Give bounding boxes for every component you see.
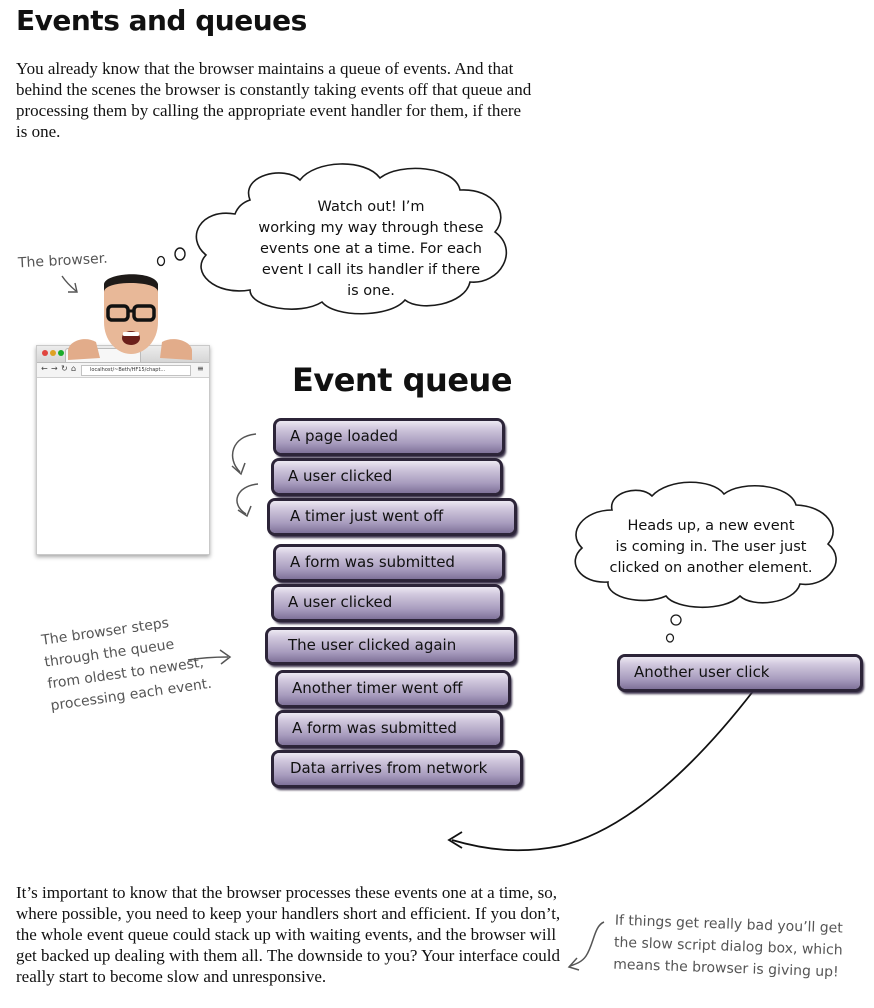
bubble-line: Watch out! I’m [317,199,425,215]
browser-bubble-text: Watch out! I’m working my way through th… [226,197,516,302]
queue-item-1: A page loaded [276,421,502,453]
bubble-line: clicked on another element. [609,560,813,576]
minimize-dot-icon [50,350,56,356]
queue-item-4: A form was submitted [276,547,502,579]
queue-item-3: A timer just went off [270,501,514,533]
queue-item-6: The user clicked again [268,630,514,662]
queue-item-label: A form was submitted [290,553,455,571]
queue-item-7: Another timer went off [278,673,508,705]
menu-icon: ≡ [197,364,204,373]
browser-window: ← → ↻ ⌂ localhost/~Beth/HF15/chapt... ≡ [36,345,210,555]
queue-item-label: Another timer went off [292,679,463,697]
new-event-bar: Another user click [620,657,860,689]
close-dot-icon [42,350,48,356]
slow-script-note: If things get really bad you’ll get the … [613,910,865,985]
bubble-line: is one. [347,283,395,299]
bubble-line: events one at a time. For each [260,241,482,257]
new-event-bubble-text: Heads up, a new event is coming in. The … [596,516,826,579]
bubble-line: event I call its handler if there [261,262,481,278]
new-event-label: Another user click [634,663,770,681]
forward-icon: → [51,364,58,373]
event-queue-heading: Event queue [292,361,513,399]
queue-item-label: A timer just went off [290,507,444,525]
bubble-line: Heads up, a new event [627,518,795,534]
thought-dot-upper [670,614,682,626]
maximize-dot-icon [58,350,64,356]
home-icon: ⌂ [71,364,77,373]
queue-item-label: A user clicked [288,467,393,485]
thought-dot-small [156,255,166,267]
bubble-line: working my way through these [258,220,484,236]
left-hand [68,339,100,360]
browser-person-illustration [68,274,192,360]
queue-curve-arrow-2 [236,483,259,515]
queue-item-5: A user clicked [274,587,500,619]
bubble-line: is coming in. The user just [615,539,807,555]
person-teeth [123,332,139,336]
new-event-arrowhead [447,831,463,849]
queue-item-label: A page loaded [290,427,399,445]
queue-item-label: A user clicked [288,593,393,611]
queue-item-8: A form was submitted [278,713,500,745]
back-icon: ← [41,364,48,373]
queue-item-9: Data arrives from network [274,753,520,785]
queue-item-2: A user clicked [274,461,500,493]
queue-item-label: A form was submitted [292,719,457,737]
right-hand [160,339,192,360]
thought-dot-large [174,247,186,261]
url-bar: localhost/~Beth/HF15/chapt... [81,365,191,376]
thought-dot-lower [665,633,675,643]
queue-item-label: Data arrives from network [290,759,488,777]
reload-icon: ↻ [61,364,68,373]
bottom-paragraph: It’s important to know that the browser … [16,883,561,986]
browser-toolbar: ← → ↻ ⌂ localhost/~Beth/HF15/chapt... ≡ [37,363,209,378]
queue-item-label: The user clicked again [288,636,457,654]
